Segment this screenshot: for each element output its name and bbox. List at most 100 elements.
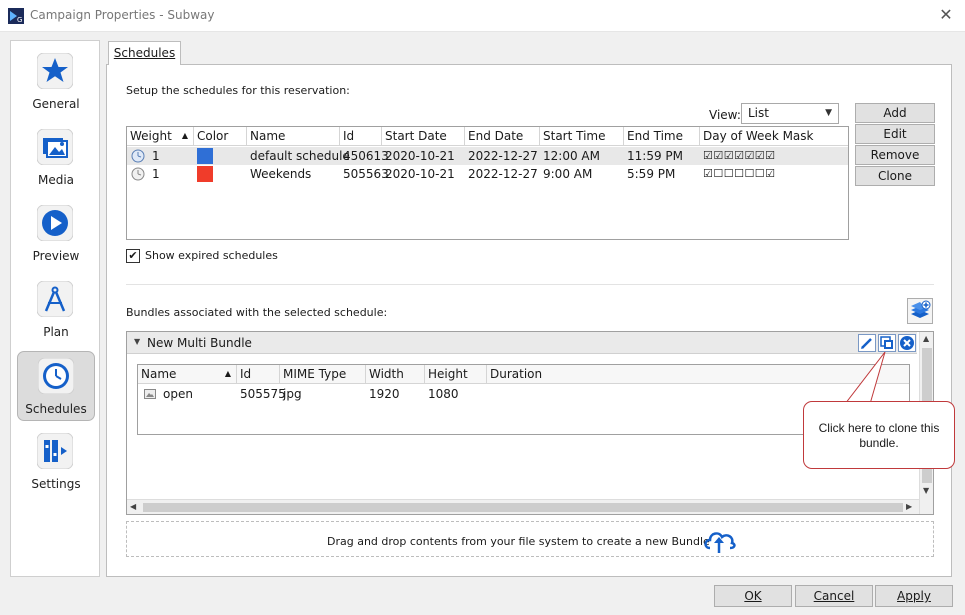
scroll-right-icon[interactable]: ▶ (906, 502, 912, 511)
column-header-end-time[interactable]: End Time (624, 127, 700, 146)
add-bundle-button[interactable] (907, 298, 933, 324)
edit-button[interactable]: Edit (855, 124, 935, 144)
image-file-icon (144, 389, 156, 399)
cell-name: Weekends (250, 167, 312, 181)
cell-start-time: 9:00 AM (543, 167, 593, 181)
view-select[interactable]: List ▼ (741, 103, 839, 124)
cloud-upload-icon (704, 532, 736, 553)
clock-icon (131, 167, 145, 181)
bundles-label: Bundles associated with the selected sch… (126, 306, 388, 319)
clone-button[interactable]: Clone (855, 166, 935, 186)
sidebar-label: Preview (32, 249, 80, 263)
add-button-label: Add (883, 106, 907, 120)
cell-day-mask: ☑☐☐☐☐☐☑ (703, 167, 776, 180)
cell-start-date: 2020-10-21 (385, 167, 455, 181)
pencil-icon (861, 338, 872, 349)
color-swatch (197, 166, 213, 182)
star-icon (37, 53, 73, 89)
scroll-thumb[interactable] (143, 503, 903, 512)
column-header-start-time[interactable]: Start Time (540, 127, 624, 146)
play-icon (37, 205, 73, 241)
remove-button[interactable]: Remove (855, 145, 935, 165)
edit-button-label: Edit (883, 127, 907, 141)
table-header: Name ▲ Id MIME Type Width Height Duration (138, 365, 909, 384)
column-header-name[interactable]: Name ▲ (138, 365, 237, 384)
clone-icon (880, 336, 893, 349)
sidebar-item-plan[interactable]: Plan (17, 275, 95, 345)
schedules-table: Weight ▲ Color Name Id Start Date End Dat… (126, 126, 849, 240)
cell-end-time: 11:59 PM (627, 149, 683, 163)
tab-label: Schedules (113, 46, 176, 60)
bundle-header[interactable]: ▼ New Multi Bundle (127, 332, 917, 354)
column-header-day-mask[interactable]: Day of Week Mask (700, 127, 848, 146)
cell-height: 1080 (428, 387, 459, 401)
column-header-end-date[interactable]: End Date (465, 127, 540, 146)
setup-label: Setup the schedules for this reservation… (126, 84, 350, 97)
drop-zone[interactable]: Drag and drop contents from your file sy… (126, 521, 934, 557)
cell-end-date: 2022-12-27 (468, 167, 538, 181)
sidebar-label: Media (37, 173, 75, 187)
column-header-id[interactable]: Id (237, 365, 280, 384)
delete-bundle-button[interactable] (898, 334, 916, 352)
close-icon[interactable]: ✕ (935, 4, 957, 26)
cell-name: open (163, 387, 193, 401)
app-logo-icon: G (8, 8, 24, 24)
callout-pointer (844, 352, 886, 404)
table-header: Weight ▲ Color Name Id Start Date End Dat… (127, 127, 848, 146)
cell-mime: jpg (283, 387, 302, 401)
edit-bundle-button[interactable] (858, 334, 876, 352)
add-button[interactable]: Add (855, 103, 935, 123)
sidebar-item-preview[interactable]: Preview (17, 199, 95, 269)
column-header-width[interactable]: Width (366, 365, 425, 384)
tab-schedules[interactable]: Schedules (108, 41, 181, 65)
callout-text-line2: bundle. (859, 436, 899, 450)
color-swatch (197, 148, 213, 164)
column-header-color[interactable]: Color (194, 127, 247, 146)
ok-button[interactable]: OK (714, 585, 792, 607)
show-expired-checkbox[interactable]: ✔ (126, 249, 140, 263)
column-header-height[interactable]: Height (425, 365, 487, 384)
svg-text:G: G (17, 16, 22, 24)
show-expired-label: Show expired schedules (145, 249, 278, 262)
cell-name: default schedule (250, 149, 350, 163)
sidebar-item-media[interactable]: Media (17, 123, 95, 193)
table-row[interactable]: 1 default schedule 450613 2020-10-21 202… (127, 147, 848, 165)
clone-bundle-button[interactable] (878, 334, 896, 352)
sidebar-item-general[interactable]: General (17, 47, 95, 117)
scroll-up-icon[interactable]: ▲ (923, 334, 929, 343)
sidebar-label: Schedules (25, 402, 87, 416)
scroll-left-icon[interactable]: ◀ (130, 502, 136, 511)
bundle-name: New Multi Bundle (147, 336, 252, 350)
horizontal-scrollbar[interactable]: ◀ ▶ (127, 499, 919, 514)
sidebar-item-schedules[interactable]: Schedules (17, 351, 95, 421)
cell-start-date: 2020-10-21 (385, 149, 455, 163)
tooltip-callout: Click here to clone this bundle. (803, 401, 955, 469)
column-header-id[interactable]: Id (340, 127, 382, 146)
collapse-triangle-icon[interactable]: ▼ (134, 337, 140, 346)
column-header-name[interactable]: Name (247, 127, 340, 146)
media-icon (37, 129, 73, 165)
title-bar: G Campaign Properties - Subway ✕ (0, 0, 965, 32)
cancel-button[interactable]: Cancel (795, 585, 873, 607)
cell-day-mask: ☑☑☑☑☑☑☑ (703, 149, 776, 162)
cell-end-date: 2022-12-27 (468, 149, 538, 163)
remove-button-label: Remove (870, 148, 920, 162)
divider (126, 284, 934, 285)
column-header-start-date[interactable]: Start Date (382, 127, 465, 146)
cell-start-time: 12:00 AM (543, 149, 600, 163)
bundle-contents-table: Name ▲ Id MIME Type Width Height Duration… (137, 364, 910, 435)
table-row[interactable]: 1 Weekends 505563 2020-10-21 2022-12-27 … (127, 165, 848, 183)
sidebar-label: General (32, 97, 80, 111)
apply-button[interactable]: Apply (875, 585, 953, 607)
add-layers-icon (911, 300, 931, 318)
scroll-down-icon[interactable]: ▼ (923, 486, 929, 495)
sidebar-item-settings[interactable]: Settings (17, 427, 95, 497)
clock-icon (131, 149, 145, 163)
sidebar: General Media Preview Plan Schedules Set… (10, 40, 100, 577)
column-header-mime[interactable]: MIME Type (280, 365, 366, 384)
table-row[interactable]: open 505575 jpg 1920 1080 (138, 385, 909, 403)
column-header-weight[interactable]: Weight ▲ (127, 127, 194, 146)
close-circle-icon (900, 336, 914, 350)
view-select-value: List (748, 106, 769, 120)
cancel-button-label: Cancel (813, 589, 855, 603)
